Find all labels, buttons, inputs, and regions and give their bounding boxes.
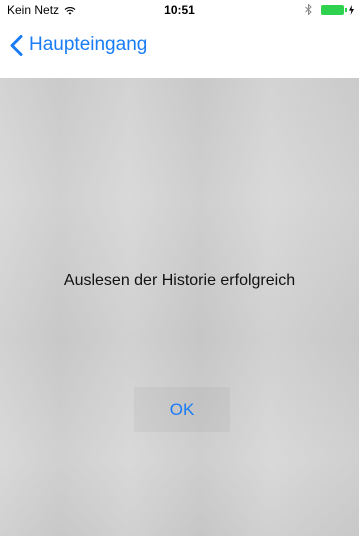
back-button[interactable]: Haupteingang	[10, 34, 147, 56]
result-message: Auslesen der Historie erfolgreich	[63, 272, 296, 289]
ok-button-label: OK	[169, 399, 195, 419]
status-bar: Kein Netz 10:51	[0, 0, 359, 20]
navigation-bar: Haupteingang	[0, 20, 359, 78]
battery-tip	[345, 7, 347, 12]
chevron-left-icon	[10, 34, 23, 56]
battery-icon	[321, 4, 354, 15]
content-panel: Auslesen der Historie erfolgreich OK	[0, 78, 359, 536]
screen: Kein Netz 10:51 Haupteingang Auslesen de…	[0, 0, 359, 536]
battery-level	[321, 4, 344, 15]
bluetooth-icon	[305, 4, 312, 15]
ok-button[interactable]: OK	[134, 387, 230, 432]
status-right-icons	[305, 4, 354, 15]
back-button-label: Haupteingang	[29, 34, 148, 55]
charging-icon	[349, 4, 354, 15]
